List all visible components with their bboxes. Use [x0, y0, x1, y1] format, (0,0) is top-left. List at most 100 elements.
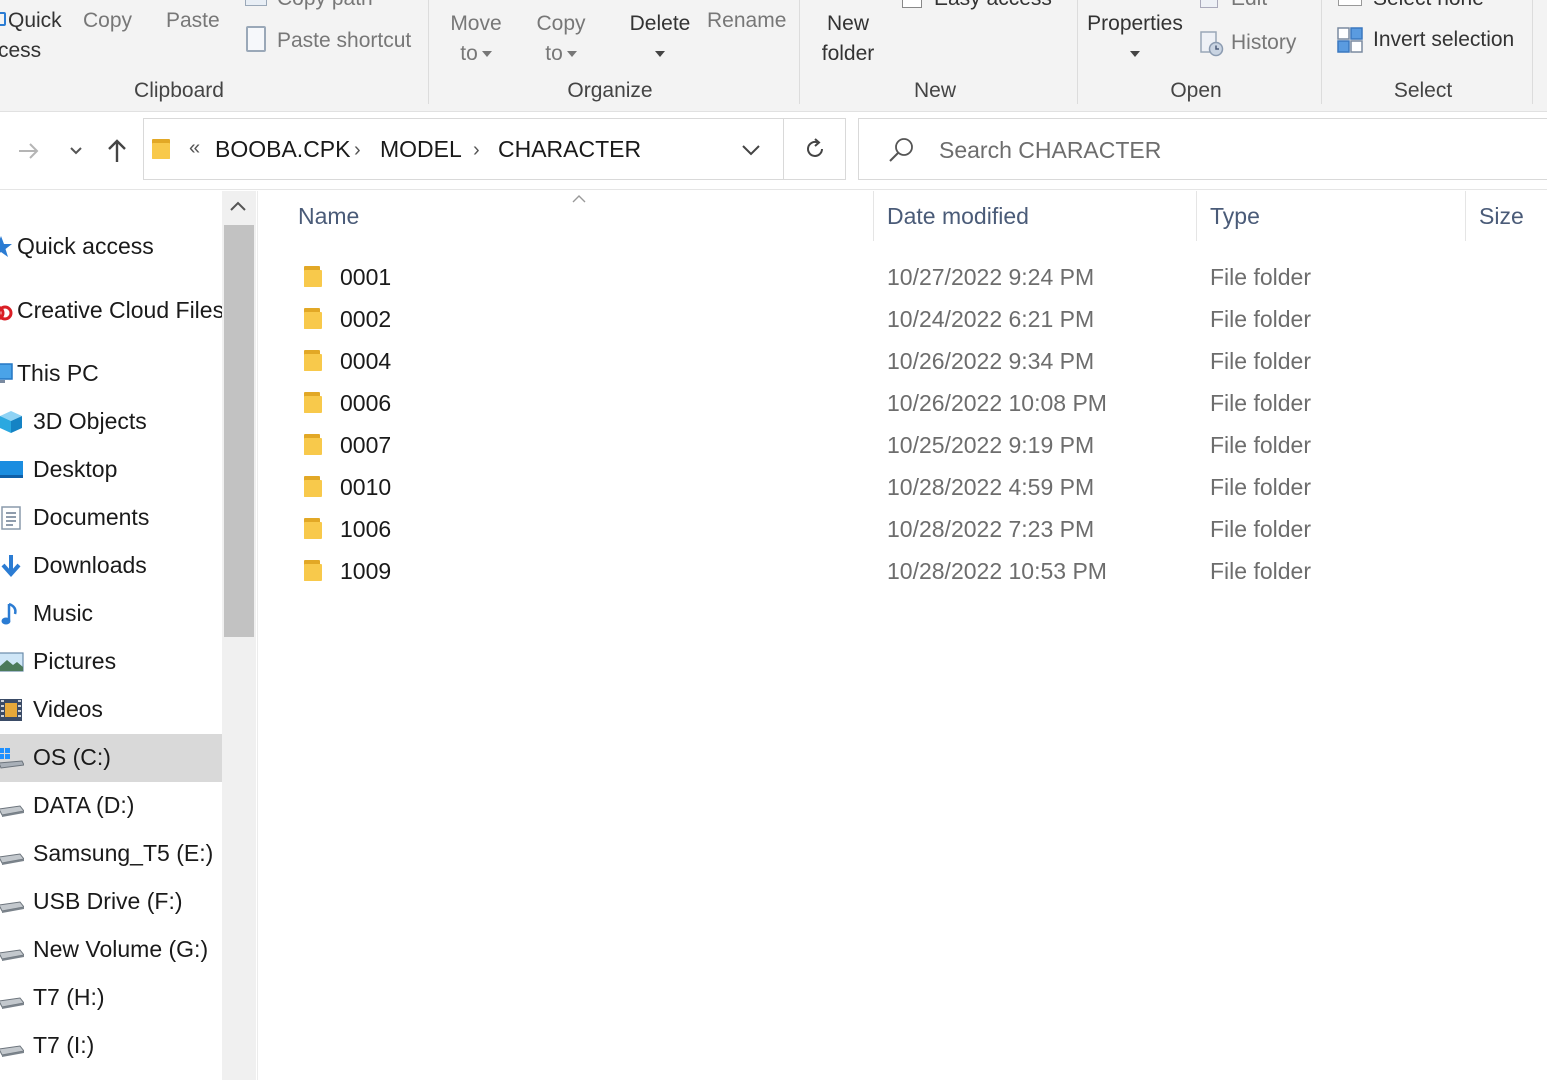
column-header-name[interactable]: Name — [298, 203, 359, 230]
paste-button[interactable]: Paste — [166, 9, 220, 33]
file-date-modified: 10/28/2022 4:59 PM — [887, 474, 1095, 500]
edit-icon — [1200, 0, 1218, 8]
folder-icon — [302, 475, 324, 499]
move-to-label-2: to — [460, 42, 478, 65]
nav-item-label: New Volume (G:) — [33, 936, 209, 962]
file-name: 0010 — [340, 474, 392, 500]
organize-group-label: Organize — [567, 79, 653, 102]
copy-to-button[interactable]: Copy to — [530, 9, 592, 69]
nav-item-pictures[interactable]: Pictures — [0, 638, 222, 686]
column-header-date-modified[interactable]: Date modified — [887, 203, 1029, 230]
move-to-button[interactable]: Move to — [445, 9, 507, 69]
nav-item-new-volume-g[interactable]: New Volume (G:) — [0, 926, 222, 974]
copy-path-button[interactable]: Copy path — [277, 0, 373, 11]
nav-item-music[interactable]: Music — [0, 590, 222, 638]
nav-item-os-c[interactable]: OS (C:) — [0, 734, 222, 782]
nav-item-label: USB Drive (F:) — [33, 888, 183, 914]
file-name: 0004 — [340, 348, 392, 374]
file-name: 1009 — [340, 558, 392, 584]
chevron-down-icon — [566, 51, 577, 58]
breadcrumb-separator-icon: › — [354, 139, 361, 161]
file-row[interactable]: 0004 10/26/2022 9:34 PM File folder — [258, 340, 1547, 382]
navigation-pane: Quick access Creative Cloud Files This PC 3… — [0, 191, 222, 1080]
nav-item-quick-access[interactable]: Quick access — [0, 223, 222, 271]
invert-selection-button[interactable]: Invert selection — [1373, 28, 1514, 52]
nav-item-videos[interactable]: Videos — [0, 686, 222, 734]
paste-shortcut-button[interactable]: Paste shortcut — [277, 29, 411, 53]
nav-item-label: OS (C:) — [33, 744, 111, 770]
file-row[interactable]: 1009 10/28/2022 10:53 PM File folder — [258, 550, 1547, 592]
download-arrow-icon — [0, 553, 24, 579]
file-date-modified: 10/27/2022 9:24 PM — [887, 264, 1095, 290]
nav-item-samsung-t5-e[interactable]: Samsung_T5 (E:) — [0, 830, 222, 878]
file-type: File folder — [1210, 474, 1311, 500]
up-button[interactable] — [102, 134, 132, 168]
breadcrumb-model[interactable]: MODEL — [380, 136, 462, 163]
refresh-icon — [806, 138, 823, 157]
file-type: File folder — [1210, 264, 1311, 290]
scrollbar-thumb[interactable] — [224, 225, 254, 637]
nav-pane-scrollbar[interactable] — [222, 191, 256, 1080]
group-divider — [1321, 0, 1322, 104]
nav-item-this-pc[interactable]: This PC — [0, 350, 222, 398]
pin-quick-access-label-1: Quick — [8, 9, 62, 32]
address-bar[interactable]: « BOOBA.CPK › MODEL › CHARACTER — [143, 118, 784, 180]
file-date-modified: 10/28/2022 10:53 PM — [887, 558, 1107, 584]
column-divider[interactable] — [1465, 191, 1466, 241]
file-date-modified: 10/24/2022 6:21 PM — [887, 306, 1095, 332]
invert-selection-icon — [1337, 27, 1363, 53]
nav-item-desktop[interactable]: Desktop — [0, 446, 222, 494]
refresh-button[interactable] — [784, 118, 846, 180]
easy-access-icon — [902, 0, 922, 8]
nav-item-t7-h[interactable]: T7 (H:) — [0, 974, 222, 1022]
recent-locations-button[interactable] — [64, 134, 88, 168]
history-icon — [1200, 31, 1224, 57]
select-none-button[interactable]: Select none — [1373, 0, 1484, 11]
search-input[interactable]: Search CHARACTER — [939, 137, 1161, 164]
new-folder-button[interactable]: New folder — [812, 9, 884, 69]
edit-button[interactable]: Edit — [1231, 0, 1267, 11]
new-group-label: New — [913, 79, 956, 102]
history-button[interactable]: History — [1231, 31, 1296, 55]
folder-icon — [302, 349, 324, 373]
clipboard-group-label: Clipboard — [134, 79, 224, 102]
nav-item-3d-objects[interactable]: 3D Objects — [0, 398, 222, 446]
pin-quick-access-label-2: cess — [0, 39, 42, 62]
address-history-dropdown[interactable] — [741, 143, 761, 161]
breadcrumb-character[interactable]: CHARACTER — [498, 136, 641, 163]
column-divider[interactable] — [873, 191, 874, 241]
column-divider[interactable] — [1196, 191, 1197, 241]
file-row[interactable]: 0001 10/27/2022 9:24 PM File folder — [258, 256, 1547, 298]
nav-item-t7-i[interactable]: T7 (I:) — [0, 1022, 222, 1070]
properties-button[interactable]: Properties — [1086, 9, 1184, 69]
nav-item-creative-cloud-files[interactable]: Creative Cloud Files — [0, 287, 222, 335]
nav-item-data-d[interactable]: DATA (D:) — [0, 782, 222, 830]
file-row[interactable]: 0002 10/24/2022 6:21 PM File folder — [258, 298, 1547, 340]
open-group-label: Open — [1170, 79, 1222, 102]
chevron-up-icon — [230, 201, 246, 211]
copy-button[interactable]: Copy — [83, 9, 132, 33]
file-row[interactable]: 1006 10/28/2022 7:23 PM File folder — [258, 508, 1547, 550]
search-box[interactable]: Search CHARACTER — [858, 118, 1547, 180]
column-header-type[interactable]: Type — [1210, 203, 1260, 230]
file-row[interactable]: 0010 10/28/2022 4:59 PM File folder — [258, 466, 1547, 508]
drive-icon — [0, 937, 25, 963]
breadcrumb-booba-cpk[interactable]: BOOBA.CPK — [215, 136, 350, 163]
file-row[interactable]: 0007 10/25/2022 9:19 PM File folder — [258, 424, 1547, 466]
easy-access-button[interactable]: Easy access — [934, 0, 1052, 11]
nav-item-downloads[interactable]: Downloads — [0, 542, 222, 590]
pin-quick-access-button[interactable]: Quick — [8, 9, 62, 33]
forward-button[interactable] — [14, 134, 44, 168]
address-overflow[interactable]: « — [189, 137, 200, 160]
computer-icon — [0, 361, 14, 387]
nav-item-documents[interactable]: Documents — [0, 494, 222, 542]
file-row[interactable]: 0006 10/26/2022 10:08 PM File folder — [258, 382, 1547, 424]
file-date-modified: 10/26/2022 10:08 PM — [887, 390, 1107, 416]
scroll-up-button[interactable] — [228, 199, 248, 218]
pin-icon — [0, 12, 6, 26]
column-header-size[interactable]: Size — [1479, 203, 1524, 230]
rename-button[interactable]: Rename — [707, 9, 786, 33]
delete-button[interactable]: Delete — [627, 9, 693, 69]
folder-icon — [302, 307, 324, 331]
nav-item-usb-drive-f[interactable]: USB Drive (F:) — [0, 878, 222, 926]
